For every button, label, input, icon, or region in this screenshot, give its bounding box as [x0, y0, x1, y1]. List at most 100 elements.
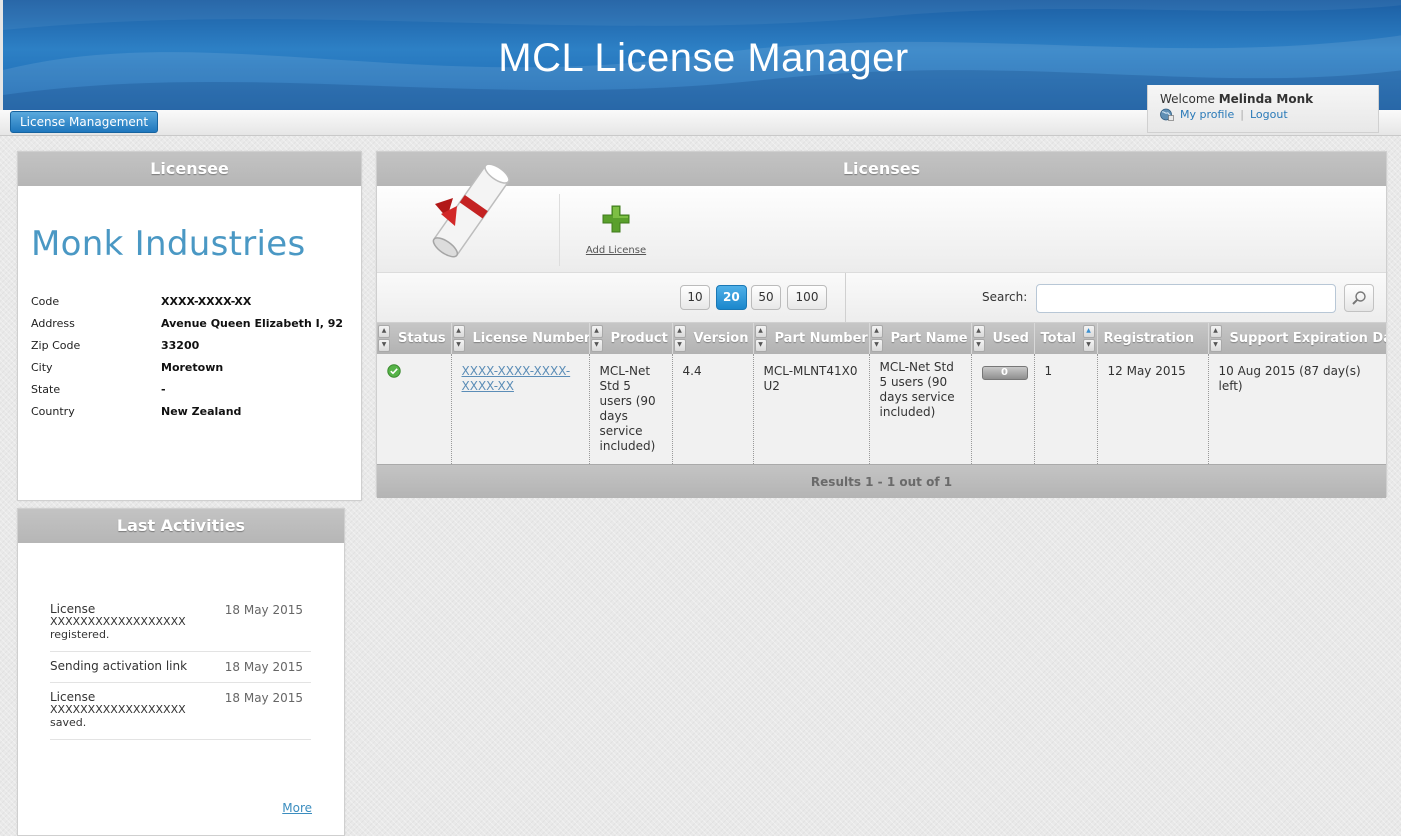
- sort-control[interactable]: ▲ ▼: [1082, 325, 1095, 352]
- my-profile-link[interactable]: My profile: [1180, 108, 1234, 121]
- add-license-label: Add License: [585, 245, 647, 256]
- licensee-panel-title: Licensee: [18, 152, 361, 186]
- column-header-part-number[interactable]: ▲ ▼ Part Number: [753, 323, 870, 354]
- activity-line1: License: [50, 690, 96, 704]
- welcome-prefix: Welcome: [1160, 92, 1215, 106]
- column-header-part-name[interactable]: ▲ ▼ Part Name: [869, 323, 972, 354]
- sort-control[interactable]: ▲ ▼: [754, 325, 767, 352]
- sort-up-icon[interactable]: ▲: [754, 325, 767, 338]
- page-size-20[interactable]: 20: [716, 285, 747, 310]
- search-button[interactable]: [1344, 284, 1374, 312]
- column-label: Part Name: [890, 331, 968, 346]
- sort-down-icon[interactable]: ▼: [754, 339, 767, 352]
- activity-item: Sending activation link 18 May 2015: [50, 652, 311, 683]
- sort-control[interactable]: ▲ ▼: [972, 325, 985, 352]
- activity-line1: License: [50, 602, 96, 616]
- sort-down-icon[interactable]: ▼: [452, 339, 465, 352]
- info-key: City: [31, 360, 53, 374]
- sort-down-icon[interactable]: ▼: [673, 339, 686, 352]
- activity-text: License XXXXXXXXXXXXXXXXXX saved.: [50, 691, 225, 729]
- column-header-license-number[interactable]: ▲ ▼ License Number: [451, 323, 590, 354]
- last-activities-title: Last Activities: [18, 509, 344, 543]
- welcome-box: Welcome Melinda Monk My profile | Logout: [1147, 85, 1379, 133]
- sort-up-icon[interactable]: ▲: [673, 325, 686, 338]
- column-header-registration[interactable]: Registration: [1097, 323, 1209, 354]
- info-row-code: Code XXXX-XXXX-XX: [31, 290, 343, 312]
- last-activities-panel: Last Activities License XXXXXXXXXXXXXXXX…: [17, 508, 345, 836]
- info-key: Country: [31, 404, 75, 418]
- sort-control[interactable]: ▲ ▼: [590, 325, 603, 352]
- cell-product: MCL-Net Std 5 users (90 days service inc…: [589, 354, 673, 464]
- add-license-button[interactable]: Add License: [585, 204, 647, 256]
- activity-date: 18 May 2015: [224, 691, 303, 705]
- used-progress-bar: 0: [981, 366, 1028, 380]
- cell-part-number: MCL-MLNT41X0U2: [753, 354, 870, 464]
- sort-up-icon[interactable]: ▲: [1082, 325, 1095, 338]
- sort-down-icon[interactable]: ▼: [972, 339, 985, 352]
- column-header-product[interactable]: ▲ ▼ Product: [589, 323, 673, 354]
- info-key: Zip Code: [31, 338, 81, 352]
- cell-status: [377, 354, 452, 464]
- activity-list: License XXXXXXXXXXXXXXXXXX registered. 1…: [50, 595, 311, 740]
- sort-down-icon[interactable]: ▼: [378, 339, 390, 352]
- pager-divider: [845, 273, 846, 323]
- column-label: Registration: [1103, 331, 1195, 346]
- cell-support-expiration: 10 Aug 2015 (87 day(s) left): [1208, 354, 1386, 464]
- cell-version: 4.4: [672, 354, 754, 464]
- sort-control[interactable]: ▲ ▼: [1209, 325, 1222, 352]
- sort-control[interactable]: ▲ ▼: [378, 325, 390, 352]
- sort-up-icon[interactable]: ▲: [590, 325, 603, 338]
- sort-down-icon[interactable]: ▼: [1209, 339, 1222, 352]
- status-active-check-icon: [387, 364, 401, 378]
- info-key: Code: [31, 294, 60, 308]
- sort-up-icon[interactable]: ▲: [452, 325, 465, 338]
- sort-up-icon[interactable]: ▲: [870, 325, 883, 338]
- table-row[interactable]: XXXX-XXXX-XXXX-XXXX-XX MCL-Net Std 5 use…: [377, 354, 1386, 464]
- sort-control[interactable]: ▲ ▼: [870, 325, 883, 352]
- activity-line2: XXXXXXXXXXXXXXXXXX saved.: [50, 703, 186, 729]
- sort-up-icon[interactable]: ▲: [378, 325, 390, 338]
- sort-control[interactable]: ▲ ▼: [452, 325, 465, 352]
- sort-up-icon[interactable]: ▲: [972, 325, 985, 338]
- licenses-table: ▲ ▼ Status ▲ ▼ License Number ▲ ▼ Product ▲…: [377, 323, 1387, 464]
- sort-control[interactable]: ▲ ▼: [673, 325, 686, 352]
- page-size-10[interactable]: 10: [680, 285, 710, 310]
- logout-link[interactable]: Logout: [1250, 108, 1288, 121]
- info-value: Avenue Queen Elizabeth I, 92: [161, 316, 344, 330]
- info-value: -: [161, 382, 166, 396]
- column-header-total[interactable]: Total ▲ ▼: [1034, 323, 1098, 354]
- info-value: 33200: [161, 338, 200, 352]
- info-key: Address: [31, 316, 75, 330]
- sort-up-icon[interactable]: ▲: [1209, 325, 1222, 338]
- sort-down-icon[interactable]: ▼: [870, 339, 883, 352]
- license-number-link[interactable]: XXXX-XXXX-XXXX-XXXX-XX: [462, 364, 571, 393]
- column-header-used[interactable]: ▲ ▼ Used: [971, 323, 1035, 354]
- column-label: Support Expiration Date: [1229, 331, 1386, 346]
- search-input[interactable]: [1036, 284, 1336, 313]
- cell-registration: 12 May 2015: [1097, 354, 1209, 464]
- page-size-50[interactable]: 50: [751, 285, 781, 310]
- license-management-button[interactable]: License Management: [10, 111, 159, 133]
- info-value: Moretown: [161, 360, 224, 374]
- sort-down-icon[interactable]: ▼: [1082, 339, 1095, 352]
- license-scroll-icon: [432, 163, 510, 258]
- activity-text: Sending activation link: [50, 660, 225, 672]
- page-size-100[interactable]: 100: [787, 285, 827, 310]
- column-header-status[interactable]: ▲ ▼ Status: [377, 323, 452, 354]
- more-activities-link[interactable]: More: [282, 801, 312, 815]
- sort-down-icon[interactable]: ▼: [590, 339, 603, 352]
- activity-date: 18 May 2015: [224, 603, 303, 617]
- info-value: New Zealand: [161, 404, 242, 418]
- licensee-panel: Licensee Monk Industries Code XXXX-XXXX-…: [17, 151, 362, 501]
- column-header-version[interactable]: ▲ ▼ Version: [672, 323, 754, 354]
- magnifier-icon: [1352, 291, 1366, 305]
- column-header-support-expiration-date[interactable]: ▲▼ Support Expiration Date: [1208, 323, 1387, 354]
- info-value: XXXX-XXXX-XX: [161, 294, 252, 308]
- column-label: License Number: [472, 331, 589, 346]
- profile-globe-icon: [1160, 108, 1174, 121]
- activity-line2: XXXXXXXXXXXXXXXXXX registered.: [50, 615, 186, 641]
- results-summary: Results 1 - 1 out of 1: [377, 464, 1386, 498]
- toolbar-divider: [559, 194, 560, 266]
- licenses-toolbar: Add License: [377, 163, 1386, 273]
- user-name: Melinda Monk: [1218, 92, 1314, 106]
